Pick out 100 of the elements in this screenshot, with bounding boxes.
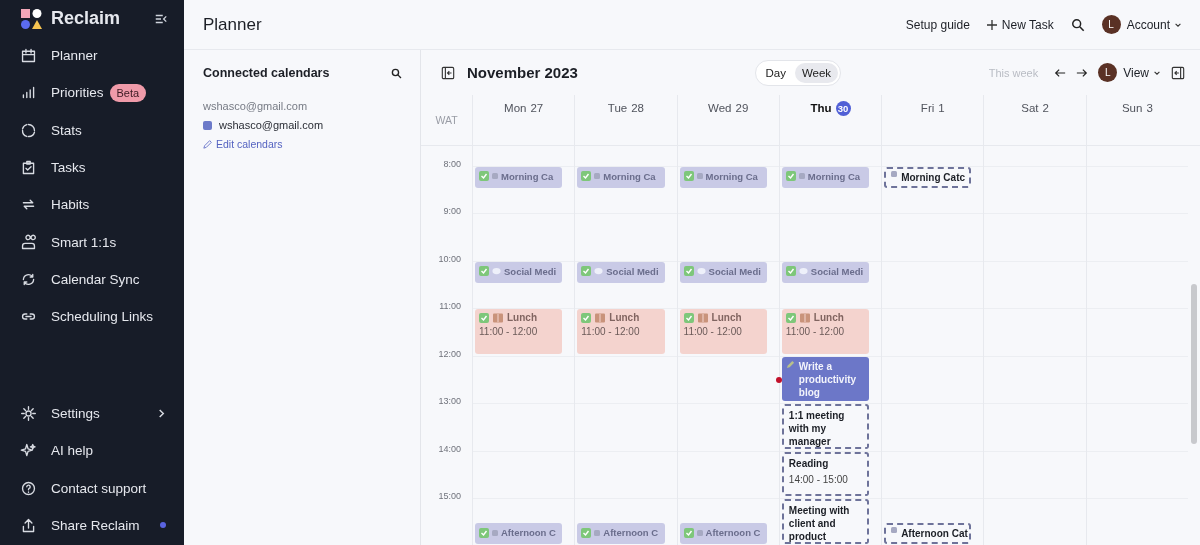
checkbox-icon (683, 312, 694, 323)
event-title: Afternoon Cat (901, 527, 968, 541)
nav-item[interactable]: Priorities Beta (20, 74, 184, 112)
calendar-event[interactable]: Morning Catc (884, 166, 972, 188)
day-date[interactable]: 28 (631, 101, 644, 116)
checkbox-icon (785, 171, 796, 182)
calendar-event[interactable]: Lunch 11:00 - 12:00 (475, 309, 563, 354)
today-date[interactable]: 30 (835, 101, 851, 116)
avatar: L (1098, 63, 1118, 82)
checkbox-icon (785, 266, 796, 277)
nav-item[interactable]: Share Reclaim (20, 506, 184, 544)
event-title: Afternoon C (603, 527, 659, 539)
event-title: Social Medi (708, 265, 761, 277)
calendar-event[interactable]: Write a productivity blog (781, 356, 870, 402)
event-time: 11:00 - 12:00 (683, 326, 743, 338)
calendar-event[interactable]: Reading 14:00 - 15:00 (781, 451, 870, 497)
checkbox-icon (479, 312, 489, 323)
event-title: Lunch (813, 312, 844, 324)
panel-title: Connected calendars (203, 66, 330, 80)
event-title: Meeting with client and product (788, 504, 851, 544)
hour-label: 15:00 (438, 491, 461, 502)
nav-item[interactable]: Planner (20, 37, 184, 75)
nav-item[interactable]: Habits (20, 186, 184, 224)
nav-item[interactable]: Stats (20, 111, 184, 149)
checkbox-icon (683, 527, 694, 538)
speech-bubble-icon (798, 266, 808, 276)
calendar-icon (20, 47, 37, 65)
brand-name: Reclaim (51, 8, 122, 29)
event-time: 11:00 - 12:00 (479, 326, 539, 338)
view-tab[interactable]: Day (758, 62, 793, 83)
nav-item[interactable]: AI help (20, 432, 184, 470)
nav-item[interactable]: Settings (20, 394, 184, 433)
logo-icon (20, 7, 42, 30)
edit-calendars-link[interactable]: Edit calendars (203, 138, 283, 150)
nav-item[interactable]: Calendar Sync (20, 260, 184, 299)
nav-item[interactable]: Scheduling Links (20, 298, 184, 336)
checkbox-icon (683, 266, 694, 277)
calendar-event[interactable]: Lunch 11:00 - 12:00 (679, 309, 767, 354)
nav-item[interactable]: Smart 1:1s (20, 223, 184, 261)
hour-label: 13:00 (438, 396, 461, 407)
calendar-event[interactable]: Meeting with client and product (781, 499, 870, 544)
timezone-label: WAT (435, 114, 458, 126)
checkbox-icon (479, 266, 489, 277)
plus-icon (986, 19, 997, 30)
event-time: 14:00 - 15:00 (788, 472, 849, 486)
day-name: Tue (607, 101, 628, 116)
search-icon[interactable] (1070, 17, 1085, 32)
avatar: L (1101, 15, 1121, 34)
arrow-right-icon[interactable] (1076, 66, 1089, 79)
account-email: wshasco@gmail.com (203, 100, 309, 112)
search-icon[interactable] (391, 67, 402, 79)
month-title: November 2023 (467, 64, 578, 81)
pencil-icon (785, 359, 795, 369)
side-panel-icon[interactable] (1171, 65, 1185, 80)
collapse-panel-icon[interactable] (441, 65, 455, 80)
checkbox-icon (785, 312, 796, 323)
checkbox-icon (581, 266, 592, 277)
hour-label: 11:00 (439, 301, 461, 312)
event-title: Write a productivity blog (798, 359, 858, 399)
speech-bubble-icon (492, 266, 501, 276)
event-title: Afternoon C (501, 527, 556, 539)
event-title: Social Medi (606, 265, 659, 277)
hour-label: 12:00 (438, 348, 461, 359)
nav-item[interactable]: Contact support (20, 469, 184, 507)
event-title: Social Medi (504, 265, 557, 277)
book-icon (493, 312, 503, 323)
calendar-event[interactable]: Lunch 11:00 - 12:00 (781, 309, 870, 354)
day-name: Thu (810, 101, 832, 116)
book-icon (595, 312, 606, 323)
view-tab[interactable]: Week (794, 62, 839, 83)
event-title: Afternoon C (705, 527, 761, 539)
day-date[interactable]: 27 (530, 101, 544, 116)
arrow-left-icon[interactable] (1054, 66, 1067, 79)
event-title: Morning Ca (807, 170, 861, 182)
scrollbar-thumb[interactable] (1191, 284, 1197, 444)
event-title: Lunch (507, 312, 537, 324)
event-title: Morning Catc (901, 170, 966, 184)
day-date[interactable]: 29 (735, 101, 749, 116)
day-date[interactable]: 3 (1146, 101, 1153, 116)
event-time: 11:00 - 12:00 (581, 326, 641, 338)
checkbox-icon (479, 171, 489, 182)
share-icon (20, 516, 37, 534)
book-icon (799, 312, 810, 323)
day-name: Fri (920, 101, 935, 116)
day-name: Sat (1021, 101, 1039, 116)
people-icon (20, 233, 37, 251)
calendar-event[interactable]: 1:1 meeting with my manager (781, 404, 870, 449)
event-time: 11:00 - 12:00 (785, 326, 846, 338)
account-menu[interactable]: L Account (1101, 15, 1182, 34)
calendar-event[interactable]: Afternoon Cat (884, 523, 972, 544)
view-menu[interactable]: L View (1098, 63, 1161, 82)
beta-badge: Beta (109, 83, 147, 102)
calendar-event[interactable]: Lunch 11:00 - 12:00 (577, 309, 665, 354)
setup-guide-link[interactable]: Setup guide (905, 17, 970, 32)
day-date[interactable]: 1 (938, 101, 945, 116)
event-title: Morning Ca (501, 170, 554, 182)
new-task-button[interactable]: New Task (986, 17, 1054, 32)
day-date[interactable]: 2 (1042, 101, 1049, 116)
day-name: Sun (1121, 101, 1143, 116)
nav-item[interactable]: Tasks (20, 148, 184, 187)
